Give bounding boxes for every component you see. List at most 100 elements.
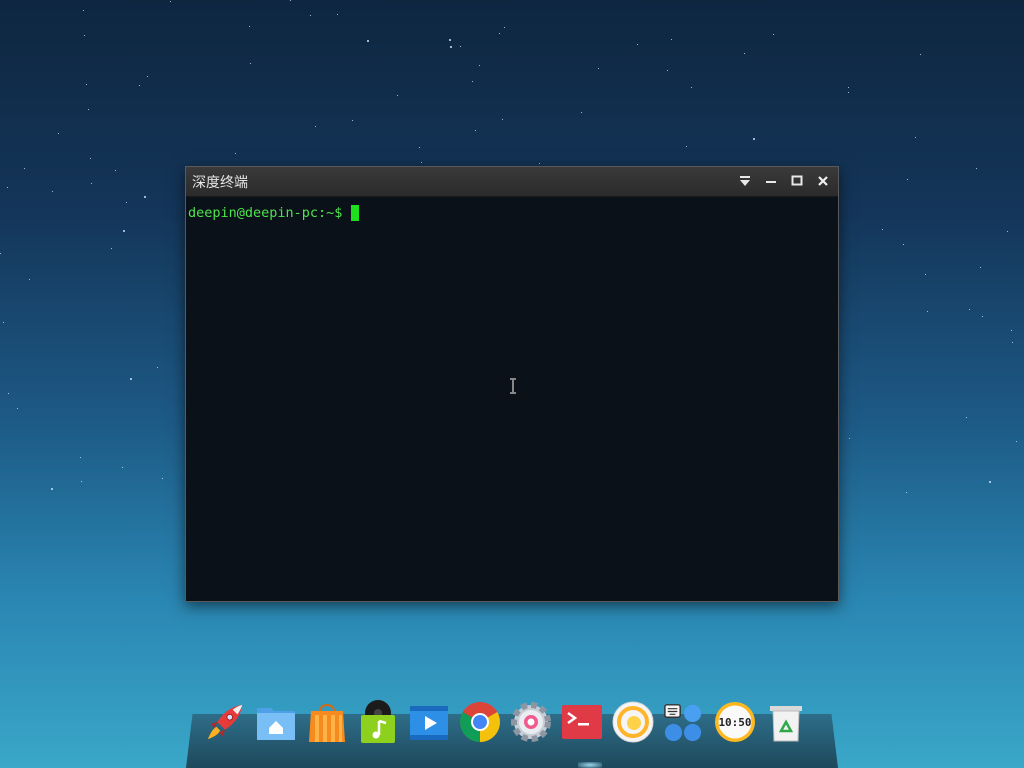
star [126, 202, 127, 203]
keyboard-bubbles-icon [664, 704, 702, 742]
star [907, 179, 908, 180]
dock-item-trash[interactable] [765, 700, 807, 744]
star [81, 481, 82, 482]
star [1012, 342, 1013, 343]
star [499, 33, 500, 34]
star [849, 438, 850, 439]
terminal-content[interactable]: deepin@deepin-pc:~$ [186, 197, 838, 601]
chrome-icon [460, 702, 500, 742]
close-button[interactable] [810, 170, 836, 192]
star [686, 146, 687, 147]
star [290, 0, 291, 1]
dock-item-input-method[interactable] [663, 700, 705, 744]
star [1007, 231, 1008, 232]
dock-item-google-chrome[interactable] [459, 700, 501, 744]
star [472, 81, 473, 82]
trash-icon [770, 706, 802, 742]
dock-item-clock[interactable]: 10:50 [714, 700, 756, 744]
star [460, 46, 461, 47]
star [315, 126, 316, 127]
shell-prompt: deepin@deepin-pc:~$ [188, 205, 343, 221]
music-note-icon [361, 700, 395, 743]
star [421, 162, 422, 163]
star [122, 467, 123, 468]
star [882, 229, 883, 230]
star [84, 35, 85, 36]
star [111, 248, 112, 249]
star [130, 378, 132, 380]
star [8, 393, 9, 394]
star [29, 279, 30, 280]
active-indicator [578, 762, 602, 768]
star [925, 274, 926, 275]
window-title: 深度终端 [192, 175, 248, 191]
star [539, 163, 540, 164]
star [58, 133, 59, 134]
star [502, 119, 503, 120]
star [598, 68, 599, 69]
star [848, 92, 849, 93]
star [773, 34, 774, 35]
star [147, 76, 148, 77]
star [691, 87, 692, 88]
star [24, 168, 25, 169]
star [637, 44, 638, 45]
menu-icon [740, 176, 750, 186]
star [671, 39, 672, 40]
maximize-icon [791, 175, 803, 186]
star [906, 492, 907, 493]
maximize-button[interactable] [784, 170, 810, 192]
dock-item-movie[interactable] [408, 700, 450, 744]
star [17, 408, 18, 409]
menu-button[interactable] [732, 170, 758, 192]
star [419, 147, 420, 148]
star [1016, 441, 1017, 442]
star [235, 153, 236, 154]
star [667, 70, 668, 71]
prompt-line: deepin@deepin-pc:~$ [188, 205, 836, 221]
star [139, 85, 140, 86]
star [86, 84, 87, 85]
minimize-button[interactable] [758, 170, 784, 192]
star [1011, 330, 1012, 331]
star [157, 367, 158, 368]
clock-icon: 10:50 [715, 702, 755, 742]
dock-item-app-store[interactable] [306, 700, 348, 744]
star [479, 65, 480, 66]
text-cursor [351, 205, 360, 221]
star [504, 27, 505, 28]
star [903, 244, 904, 245]
dock-item-file-manager[interactable] [255, 700, 297, 744]
star [0, 253, 1, 254]
shopping-bag-icon [309, 704, 345, 742]
star [744, 53, 745, 54]
folder-home-icon [257, 708, 295, 740]
dock-item-screenshot[interactable] [612, 700, 654, 744]
star [162, 478, 163, 479]
star [123, 230, 125, 232]
star [581, 112, 582, 113]
dock-item-launcher[interactable] [204, 700, 246, 744]
star [250, 63, 251, 64]
star [52, 191, 53, 192]
star [51, 488, 53, 490]
star [848, 87, 849, 88]
star [966, 417, 967, 418]
title-bar[interactable]: 深度终端 [186, 167, 838, 197]
star [3, 322, 4, 323]
close-icon [818, 176, 828, 186]
star [337, 14, 338, 15]
star [969, 309, 970, 310]
star [310, 15, 311, 16]
star [170, 1, 171, 2]
dock-item-music[interactable] [357, 700, 399, 744]
screenshot-icon [612, 701, 654, 743]
dock-item-terminal[interactable] [561, 700, 603, 744]
star [920, 54, 921, 55]
star [980, 267, 981, 268]
star [88, 109, 89, 110]
dock-item-system-settings[interactable] [510, 700, 552, 744]
star [144, 196, 146, 198]
rocket-icon [207, 704, 243, 740]
star [915, 137, 916, 138]
